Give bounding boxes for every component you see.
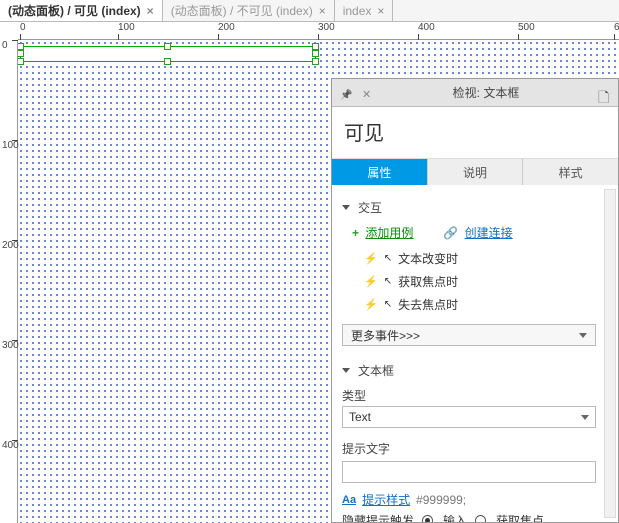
ruler-tick: 400 xyxy=(418,22,435,33)
resize-handle[interactable] xyxy=(164,43,171,50)
resize-handle[interactable] xyxy=(164,58,171,65)
tab-label: index xyxy=(343,4,372,18)
hint-style-hex: #999999; xyxy=(416,493,466,507)
cursor-icon: ↖ xyxy=(384,299,392,310)
ruler-tick: 200 xyxy=(218,22,235,33)
add-case-link[interactable]: + 添加用例 xyxy=(352,224,413,241)
hint-label: 提示文字 xyxy=(342,436,608,459)
radio-input[interactable] xyxy=(422,515,433,522)
inspector-panel: 检视: 文本框 可见 属性 说明 样式 交互 + 添加用例 🔗 创建连接 xyxy=(331,78,619,523)
ruler-tick: 0 xyxy=(2,40,8,51)
radio-label: 获取焦点 xyxy=(496,512,544,522)
event-label: 文本改变时 xyxy=(398,250,458,267)
ruler-tick: 400 xyxy=(2,440,19,451)
more-events-label: 更多事件>>> xyxy=(351,327,420,344)
widget-name-input[interactable]: 可见 xyxy=(332,107,618,159)
inspector-subtabs: 属性 说明 样式 xyxy=(332,159,618,185)
inspector-header: 检视: 文本框 xyxy=(332,79,618,107)
text-style-icon: Aa xyxy=(342,494,356,506)
chevron-down-icon xyxy=(342,368,350,373)
ruler-horizontal: 0 100 200 300 400 500 6 xyxy=(18,22,619,40)
close-icon[interactable]: × xyxy=(377,4,384,18)
tab-label: (动态面板) / 可见 (index) xyxy=(8,2,141,19)
ruler-tick: 100 xyxy=(118,22,135,33)
resize-handle[interactable] xyxy=(18,43,24,50)
link-icon: 🔗 xyxy=(443,226,458,240)
section-title: 交互 xyxy=(358,199,382,216)
ruler-tick: 300 xyxy=(318,22,335,33)
chevron-down-icon xyxy=(579,333,587,338)
event-icon: ⚡ xyxy=(364,298,378,311)
resize-handle[interactable] xyxy=(312,43,319,50)
type-label: 类型 xyxy=(342,383,608,406)
event-icon: ⚡ xyxy=(364,252,378,265)
plus-icon: + xyxy=(352,226,359,240)
tab-style[interactable]: 样式 xyxy=(523,159,618,185)
inspector-body: 交互 + 添加用例 🔗 创建连接 ⚡ ↖ 文本改变时 ⚡ ↖ 获取焦点时 ⚡ ↖ xyxy=(332,185,618,522)
section-interactions[interactable]: 交互 xyxy=(342,193,608,220)
cursor-icon: ↖ xyxy=(384,253,392,264)
resize-handle[interactable] xyxy=(18,58,24,65)
radio-focus[interactable] xyxy=(475,515,486,522)
resize-handle[interactable] xyxy=(312,50,319,57)
tab-label: (动态面板) / 不可见 (index) xyxy=(171,2,313,19)
hint-style-link[interactable]: 提示样式 xyxy=(362,491,410,508)
document-tabs: (动态面板) / 可见 (index) × (动态面板) / 不可见 (inde… xyxy=(0,0,619,22)
event-label: 失去焦点时 xyxy=(398,296,458,313)
ruler-tick: 500 xyxy=(518,22,535,33)
selected-textfield-widget[interactable] xyxy=(20,46,316,62)
pin-icon[interactable] xyxy=(340,87,352,99)
radio-label: 输入 xyxy=(443,512,467,522)
document-icon[interactable] xyxy=(598,87,610,99)
close-icon[interactable]: × xyxy=(319,4,326,18)
scrollbar-thumb[interactable] xyxy=(607,190,615,250)
tab-index[interactable]: index × xyxy=(335,0,394,21)
ruler-tick: 6 xyxy=(614,22,619,33)
tab-visible-state[interactable]: (动态面板) / 可见 (index) × xyxy=(0,0,163,21)
ruler-vertical: 0 100 200 300 400 xyxy=(0,40,18,523)
tab-properties[interactable]: 属性 xyxy=(332,159,428,185)
resize-handle[interactable] xyxy=(18,50,24,57)
ruler-tick: 200 xyxy=(2,240,19,251)
tab-notes[interactable]: 说明 xyxy=(428,159,524,185)
close-icon[interactable]: × xyxy=(147,4,154,18)
resize-handle[interactable] xyxy=(312,58,319,65)
create-link-link[interactable]: 🔗 创建连接 xyxy=(443,224,512,241)
ruler-tick: 0 xyxy=(20,22,26,33)
tab-invisible-state[interactable]: (动态面板) / 不可见 (index) × xyxy=(163,0,335,21)
event-icon: ⚡ xyxy=(364,275,378,288)
event-list: ⚡ ↖ 文本改变时 ⚡ ↖ 获取焦点时 ⚡ ↖ 失去焦点时 xyxy=(342,247,608,316)
chevron-down-icon xyxy=(581,415,589,420)
event-item[interactable]: ⚡ ↖ 获取焦点时 xyxy=(364,270,608,293)
hint-text-input[interactable] xyxy=(342,461,596,483)
chevron-down-icon xyxy=(342,205,350,210)
ruler-tick: 300 xyxy=(2,340,19,351)
cursor-icon: ↖ xyxy=(384,276,392,287)
event-label: 获取焦点时 xyxy=(398,273,458,290)
event-item[interactable]: ⚡ ↖ 文本改变时 xyxy=(364,247,608,270)
hide-hint-trigger-row: 隐藏提示触发 输入 获取焦点 xyxy=(342,508,608,522)
close-icon[interactable] xyxy=(362,87,374,99)
section-textfield[interactable]: 文本框 xyxy=(342,356,608,383)
event-item[interactable]: ⚡ ↖ 失去焦点时 xyxy=(364,293,608,316)
section-title: 文本框 xyxy=(358,362,394,379)
type-select[interactable]: Text xyxy=(342,406,596,428)
inspector-title: 检视: 文本框 xyxy=(374,84,598,101)
ruler-tick: 100 xyxy=(2,140,19,151)
hide-hint-trigger-label: 隐藏提示触发 xyxy=(342,512,414,522)
type-value: Text xyxy=(349,410,371,424)
more-events-dropdown[interactable]: 更多事件>>> xyxy=(342,324,596,346)
